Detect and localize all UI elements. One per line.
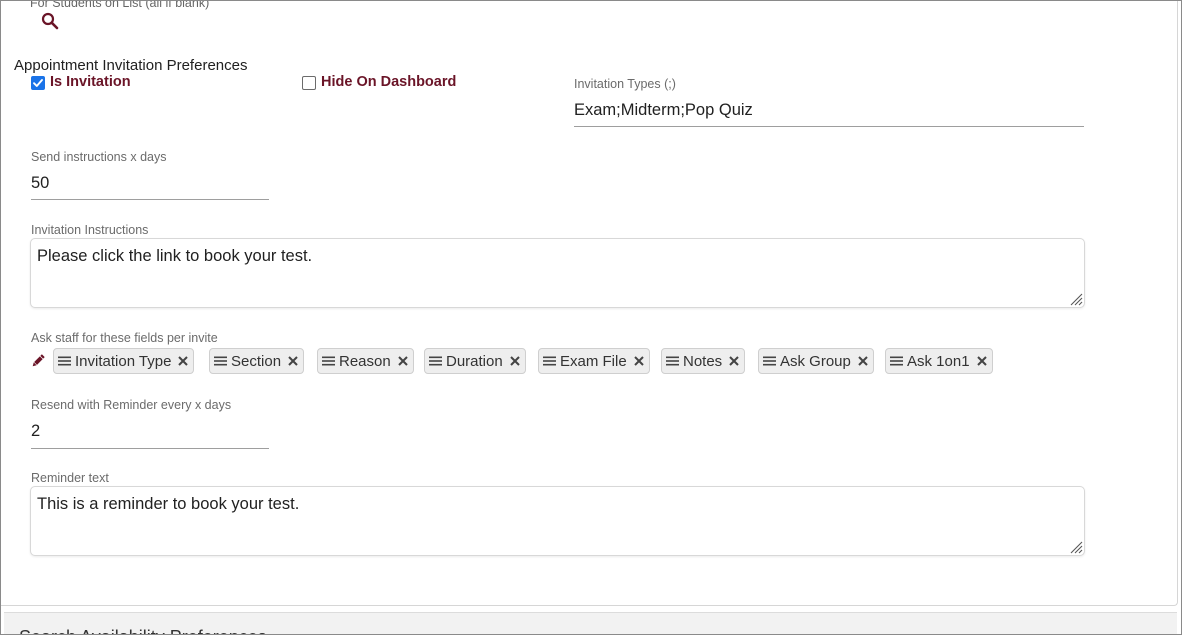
checkmark-icon [33,79,43,87]
drag-handle-icon[interactable] [58,356,71,366]
chip-label: Reason [339,352,391,370]
chip-label: Ask 1on1 [907,352,970,370]
resize-handle-icon[interactable] [1069,292,1083,306]
send-instructions-label: Send instructions x days [31,150,167,164]
field-chip-invitation-type[interactable]: Invitation Type [53,348,195,374]
reminder-text-text: This is a reminder to book your test. [37,495,300,513]
field-chip-notes[interactable]: Notes [661,348,746,374]
close-icon[interactable] [633,356,644,366]
close-icon[interactable] [397,356,408,366]
chip-label: Notes [683,352,723,370]
field-chip-exam-file[interactable]: Exam File [538,348,650,374]
invitation-instructions-textarea[interactable]: Please click the link to book your test. [30,238,1085,308]
window-frame: For Students on List (all if blank) Appo… [0,0,1182,635]
hide-on-dashboard-label[interactable]: Hide On Dashboard [321,74,456,90]
close-icon[interactable] [288,356,298,366]
chip-label: Duration [446,352,503,370]
drag-handle-icon[interactable] [322,356,335,366]
drag-handle-icon[interactable] [543,356,556,366]
chip-label: Ask Group [780,352,851,370]
field-chip-ask-group[interactable]: Ask Group [758,348,874,374]
close-icon[interactable] [729,356,739,366]
drag-handle-icon[interactable] [890,356,903,366]
close-icon[interactable] [976,356,987,366]
drag-handle-icon[interactable] [429,356,442,366]
chip-label: Invitation Type [75,352,172,370]
field-chip-duration[interactable]: Duration [424,348,526,374]
resend-reminder-input[interactable]: 2 [31,422,40,441]
drag-handle-icon[interactable] [214,356,227,366]
drag-handle-icon[interactable] [763,356,776,366]
field-chip-section[interactable]: Section [209,348,305,374]
is-invitation-label[interactable]: Is Invitation [50,74,131,90]
resize-handle-icon[interactable] [1069,540,1083,554]
invitation-types-underline [574,126,1084,127]
send-instructions-underline [31,199,269,200]
drag-handle-icon[interactable] [666,356,679,366]
chip-label: Exam File [560,352,627,370]
invitation-types-label: Invitation Types (;) [574,77,676,91]
resend-reminder-underline [31,448,269,449]
invitation-types-input[interactable]: Exam;Midterm;Pop Quiz [574,101,753,120]
section-title: Appointment Invitation Preferences [14,57,248,74]
chip-label: Section [231,352,282,370]
close-icon[interactable] [509,356,520,366]
is-invitation-checkbox[interactable] [31,76,45,90]
field-chip-ask-1on1[interactable]: Ask 1on1 [885,348,993,374]
close-icon[interactable] [178,356,189,366]
pencil-icon[interactable] [30,353,46,369]
hide-on-dashboard-checkbox[interactable] [302,76,316,90]
reminder-text-label: Reminder text [31,471,109,485]
ask-staff-label: Ask staff for these fields per invite [31,331,218,345]
invitation-preferences-panel: For Students on List (all if blank) Appo… [1,0,1178,606]
invitation-instructions-text: Please click the link to book your test. [37,247,313,265]
students-filter-label: For Students on List (all if blank) [30,0,210,10]
close-icon[interactable] [858,356,868,366]
resend-reminder-label: Resend with Reminder every x days [31,398,232,412]
send-instructions-input[interactable]: 50 [31,174,49,193]
invitation-instructions-label: Invitation Instructions [31,223,149,237]
search-icon[interactable] [41,12,59,30]
field-chip-reason[interactable]: Reason [317,348,414,374]
search-availability-section-header[interactable]: Search Availability Preferences [4,612,1177,634]
reminder-text-textarea[interactable]: This is a reminder to book your test. [30,486,1085,556]
search-availability-title: Search Availability Preferences [19,627,267,634]
